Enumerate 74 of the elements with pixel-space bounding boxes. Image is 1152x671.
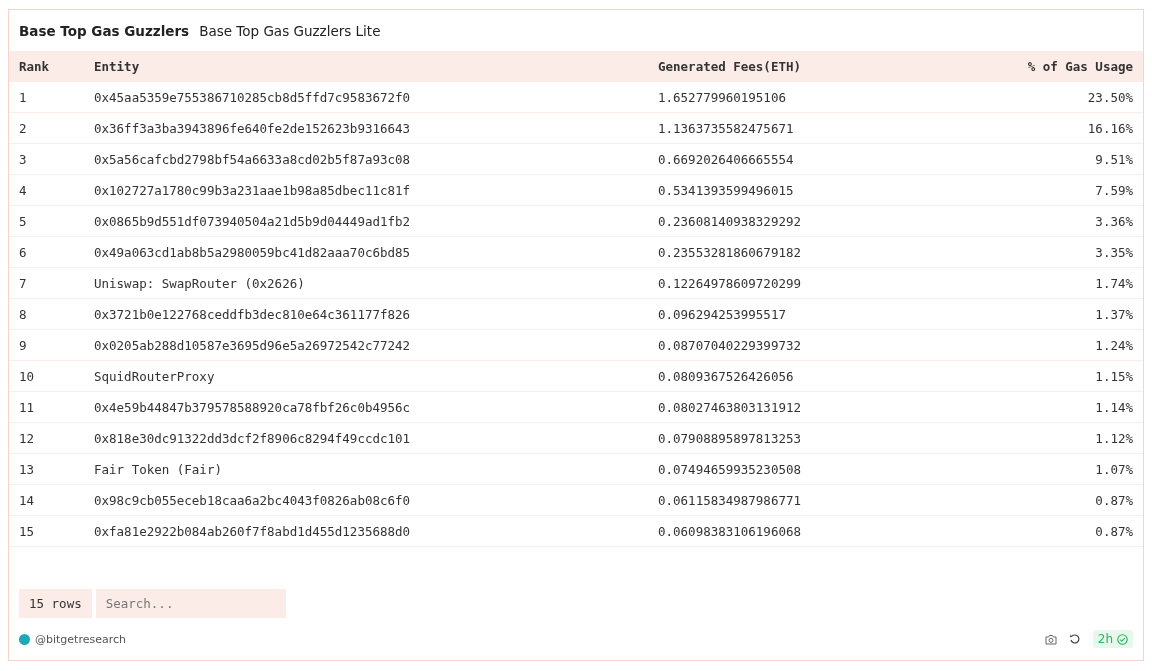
- table-cell: 0.23553281860679182: [658, 237, 993, 268]
- table-cell: 6: [9, 237, 94, 268]
- table-cell: 0.08027463803131912: [658, 392, 993, 423]
- table-cell: 2: [9, 113, 94, 144]
- table-cell: 9.51%: [993, 144, 1143, 175]
- table-cell: 5: [9, 206, 94, 237]
- table-cell: 1.15%: [993, 361, 1143, 392]
- table-cell: 0.5341393599496015: [658, 175, 993, 206]
- table-cell: 0x45aa5359e755386710285cb8d5ffd7c9583672f0: [94, 82, 658, 113]
- search-field[interactable]: Search...: [95, 589, 286, 618]
- table-cell: 8: [9, 299, 94, 330]
- table-cell: 0.08707040229399732: [658, 330, 993, 361]
- table-cell: 1.74%: [993, 268, 1143, 299]
- table-cell: 0x36ff3a3ba3943896fe640fe2de152623b9316643: [94, 113, 658, 144]
- table-cell: 0x3721b0e122768ceddfb3dec810e64c361177f826: [94, 299, 658, 330]
- table-cell: 1.14%: [993, 392, 1143, 423]
- table-cell: 0x0205ab288d10587e3695d96e5a26972542c77242: [94, 330, 658, 361]
- table-cell: 15: [9, 516, 94, 547]
- freshness-badge: 2h: [1092, 630, 1133, 648]
- table-cell: 0x102727a1780c99b3a231aae1b98a85dbec11c81f: [94, 175, 658, 206]
- table-cell: 0x4e59b44847b379578588920ca78fbf26c0b4956c: [94, 392, 658, 423]
- table-cell: 0.06115834987986771: [658, 485, 993, 516]
- table-cell: 0.87%: [993, 516, 1143, 547]
- table-cell: Uniswap: SwapRouter (0x2626): [94, 268, 658, 299]
- column-header[interactable]: Generated Fees(ETH): [658, 51, 993, 82]
- table-cell: 3: [9, 144, 94, 175]
- table-cell: 0x98c9cb055eceb18caa6a2bc4043f0826ab08c6f0: [94, 485, 658, 516]
- table-cell: 0.096294253995517: [658, 299, 993, 330]
- camera-icon[interactable]: [1044, 633, 1057, 645]
- table-cell: 1.07%: [993, 454, 1143, 485]
- table-cell: Fair Token (Fair): [94, 454, 658, 485]
- table-cell: 1: [9, 82, 94, 113]
- table-cell: 0.12264978609720299: [658, 268, 993, 299]
- avatar-icon: [19, 633, 30, 645]
- row-count: 15 rows: [19, 589, 92, 618]
- check-circle-icon: [1117, 633, 1128, 645]
- table-cell: 0.0809367526426056: [658, 361, 993, 392]
- table-cell: 1.12%: [993, 423, 1143, 454]
- table-cell: 0xfa81e2922b084ab260f7f8abd1d455d1235688d0: [94, 516, 658, 547]
- table-cell: 23.50%: [993, 82, 1143, 113]
- table-cell: 14: [9, 485, 94, 516]
- table-cell: 0.07494659935230508: [658, 454, 993, 485]
- table-cell: 0.23608140938329292: [658, 206, 993, 237]
- table-cell: 7: [9, 268, 94, 299]
- column-header[interactable]: % of Gas Usage: [993, 51, 1143, 82]
- table-cell: 16.16%: [993, 113, 1143, 144]
- table-cell: 10: [9, 361, 94, 392]
- table-cell: 0.6692026406665554: [658, 144, 993, 175]
- column-header[interactable]: Entity: [94, 51, 658, 82]
- tab[interactable]: Base Top Gas Guzzlers Lite: [199, 22, 381, 39]
- table-cell: 13: [9, 454, 94, 485]
- table-cell: 1.24%: [993, 330, 1143, 361]
- table-cell: 0.07908895897813253: [658, 423, 993, 454]
- column-header[interactable]: Rank: [9, 51, 94, 82]
- attribution-text: @bitgetresearch: [35, 632, 126, 646]
- table-cell: 0x49a063cd1ab8b5a2980059bc41d82aaa70c6bd85: [94, 237, 658, 268]
- table-cell: SquidRouterProxy: [94, 361, 658, 392]
- table-cell: 3.36%: [993, 206, 1143, 237]
- table-cell: 0x818e30dc91322dd3dcf2f8906c8294f49ccdc101: [94, 423, 658, 454]
- table-cell: 1.37%: [993, 299, 1143, 330]
- table-cell: 11: [9, 392, 94, 423]
- table-cell: 3.35%: [993, 237, 1143, 268]
- table-cell: 7.59%: [993, 175, 1143, 206]
- table-cell: 9: [9, 330, 94, 361]
- tab[interactable]: Base Top Gas Guzzlers: [19, 22, 190, 39]
- table-cell: 12: [9, 423, 94, 454]
- table-cell: 1.652779960195106: [658, 82, 993, 113]
- table-cell: 0x0865b9d551df073940504a21d5b9d04449ad1fb2: [94, 206, 658, 237]
- table-cell: 0.06098383106196068: [658, 516, 993, 547]
- table-cell: 4: [9, 175, 94, 206]
- table-cell: 1.1363735582475671: [658, 113, 993, 144]
- table-cell: 0.87%: [993, 485, 1143, 516]
- table-cell: 0x5a56cafcbd2798bf54a6633a8cd02b5f87a93c08: [94, 144, 658, 175]
- refresh-icon[interactable]: [1068, 633, 1081, 645]
